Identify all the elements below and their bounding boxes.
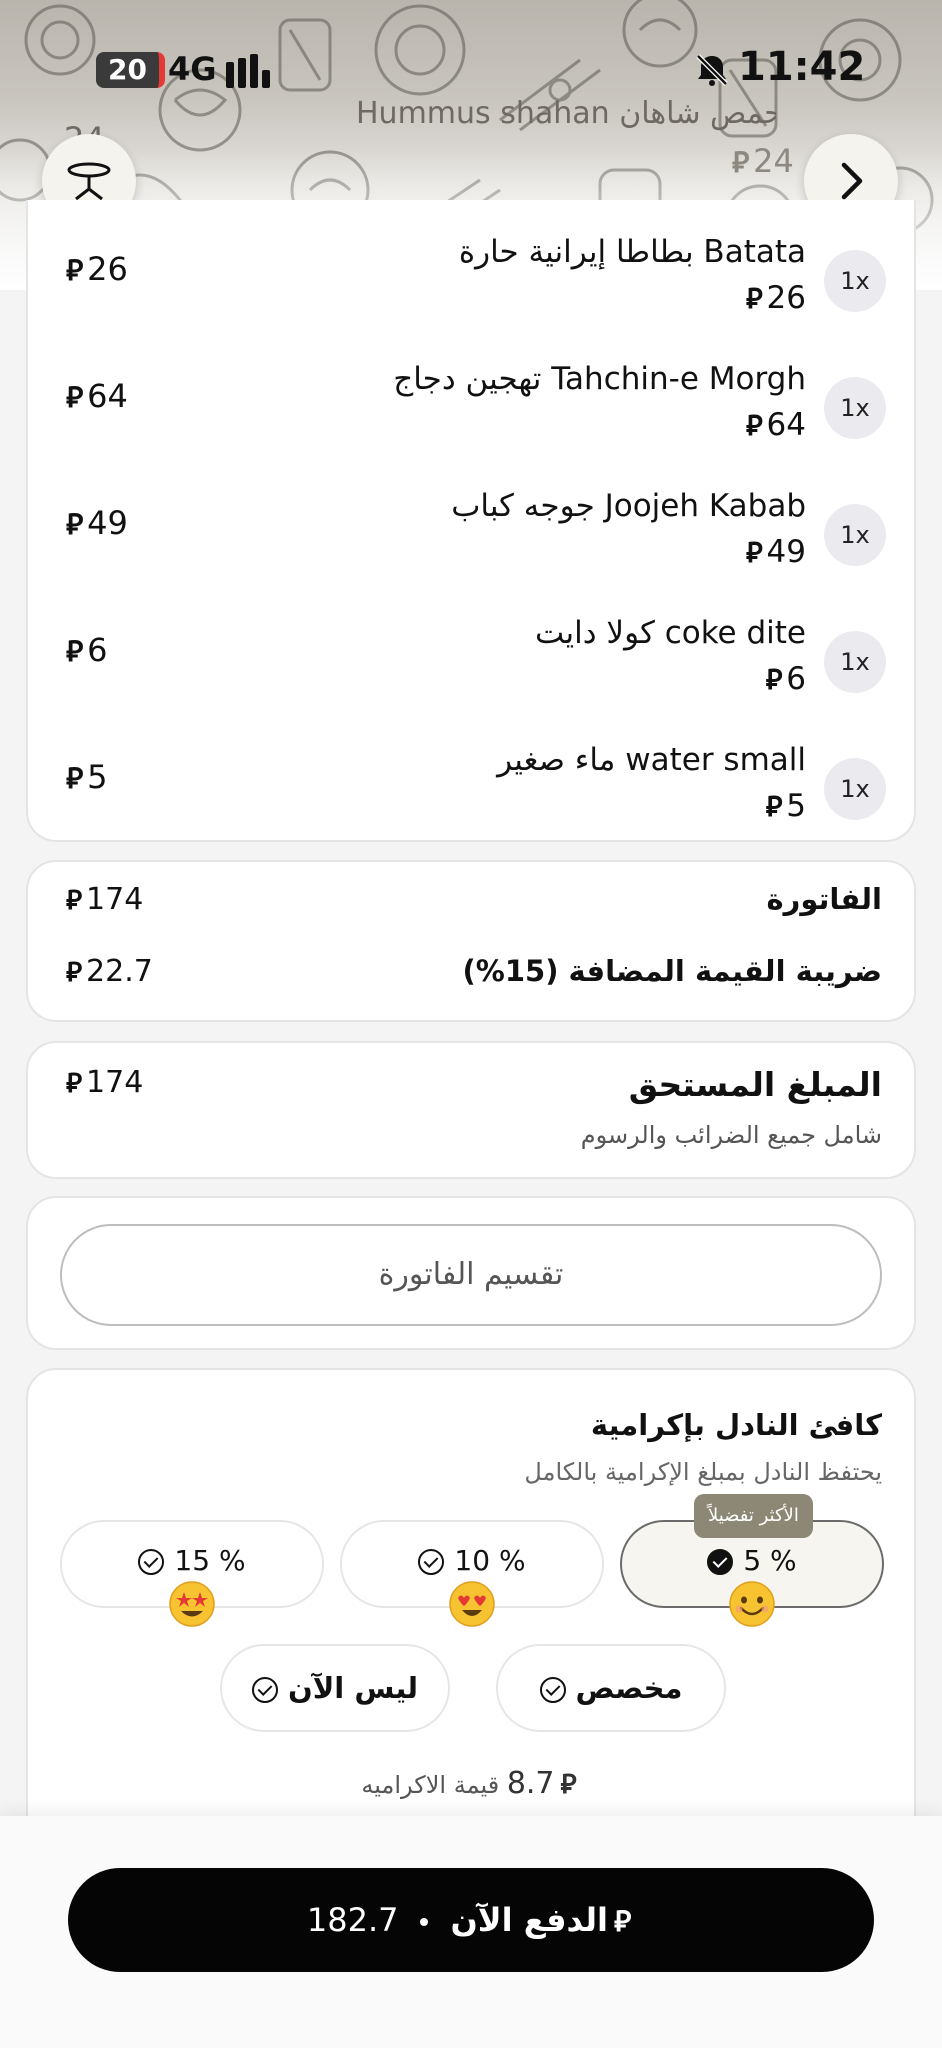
tip-option-label: 5 % [743, 1544, 797, 1577]
custom-tip-button[interactable]: مخصص [496, 1644, 726, 1732]
heart-eyes-face-icon [449, 1581, 495, 1627]
item-name: ماء صغير water small [497, 742, 806, 778]
order-item: ⃁ 64 تهجين دجاج Tahchin-e Morgh ⃁ 64 1x [28, 347, 918, 473]
bell-muted-icon [696, 54, 728, 86]
vat-label: ضريبة القيمة المضافة (15%) [462, 954, 882, 988]
tip-option-label: 15 % [174, 1544, 246, 1577]
item-name: تهجين دجاج Tahchin-e Morgh [393, 361, 806, 397]
most-popular-badge: الأكثر تفضيلاً [694, 1494, 813, 1538]
tip-title: كافئ النادل بإكرامية [590, 1408, 882, 1442]
item-total: ⃁ 26 [66, 250, 128, 288]
invoice-summary-card: الفاتورة ⃁ 174 ضريبة القيمة المضافة (15%)… [26, 860, 916, 1022]
status-bar: 20 4G 11:42 [0, 44, 942, 96]
chevron-right-icon [841, 162, 863, 200]
battery-indicator: 20 [96, 52, 165, 88]
tip-option-15[interactable]: 15 % [60, 1520, 324, 1627]
amount-due-subtitle: شامل جميع الضرائب والرسوم [580, 1121, 882, 1149]
quantity-badge: 1x [824, 504, 886, 566]
quantity-badge: 1x [824, 250, 886, 312]
quantity-badge: 1x [824, 631, 886, 693]
item-name: جوجه كباب Joojeh Kabab [451, 488, 806, 524]
pay-now-button[interactable]: الدفع الآن182.7 ⃁ [68, 1868, 874, 1972]
tip-amount-value: 8.7 ⃁ [506, 1766, 577, 1801]
invoice-value: ⃁ 174 [66, 882, 144, 917]
check-circle-icon [138, 1549, 165, 1575]
order-items-card: ⃁ 26 بطاطا إيرانية حارة Batata ⃁ 26 1x ⃁ 64… [26, 200, 916, 842]
tip-amount-row: قيمة الاكراميه 8.7 ⃁ [28, 1766, 914, 1801]
check-circle-icon [251, 1677, 278, 1703]
tip-amount-label: قيمة الاكراميه [361, 1771, 500, 1799]
quantity-badge: 1x [824, 377, 886, 439]
tip-option-10[interactable]: 10 % [340, 1520, 604, 1627]
no-tip-button[interactable]: ليس الآن [220, 1644, 450, 1732]
star-struck-face-icon [169, 1581, 215, 1627]
tip-subtitle: يحتفظ النادل بمبلغ الإكرامية بالكامل [524, 1458, 882, 1486]
item-unit-price: ⃁ 26 [745, 280, 806, 316]
network-type: 4G [168, 50, 217, 88]
order-item: ⃁ 49 جوجه كباب Joojeh Kabab ⃁ 49 1x [28, 474, 918, 600]
order-item: ⃁ 26 بطاطا إيرانية حارة Batata ⃁ 26 1x [28, 220, 918, 346]
tip-option-label: 10 % [454, 1544, 526, 1577]
item-unit-price: ⃁ 49 [745, 534, 806, 570]
item-total: ⃁ 64 [66, 377, 128, 415]
pay-now-label: الدفع الآن [450, 1901, 609, 1939]
invoice-label: الفاتورة [766, 882, 882, 916]
amount-due-value: ⃁ 174 [66, 1065, 144, 1100]
item-unit-price: ⃁ 5 [765, 788, 806, 824]
tip-card: كافئ النادل بإكرامية يحتفظ النادل بمبلغ … [26, 1368, 916, 1838]
quantity-badge: 1x [824, 758, 886, 820]
vat-value: ⃁ 22.7 [66, 954, 153, 989]
item-total: ⃁ 6 [66, 631, 108, 669]
separator-dot [420, 1918, 429, 1926]
clock: 11:42 [738, 44, 866, 90]
table-icon [67, 162, 111, 201]
split-bill-button[interactable]: تقسيم الفاتورة [60, 1224, 882, 1326]
order-item: ⃁ 5 ماء صغير water small ⃁ 5 1x [28, 728, 918, 854]
smiling-face-icon [729, 1581, 775, 1627]
check-circle-filled-icon [707, 1549, 734, 1575]
item-name: بطاطا إيرانية حارة Batata [458, 234, 806, 270]
bottom-bar: الدفع الآن182.7 ⃁ [0, 1816, 942, 2048]
item-total: ⃁ 49 [66, 504, 128, 542]
split-bill-card: تقسيم الفاتورة [26, 1196, 916, 1350]
amount-due-title: المبلغ المستحق [628, 1065, 882, 1104]
scrolled-item-price: ⃁ 24 [732, 142, 794, 180]
signal-strength-icon [226, 52, 278, 88]
check-circle-icon [539, 1677, 566, 1703]
amount-due-card: المبلغ المستحق شامل جميع الضرائب والرسوم… [26, 1041, 916, 1179]
restaurant-name: Hummus shahan حمص شاهان [356, 96, 776, 131]
order-item: ⃁ 6 كولا دايت coke dite ⃁ 6 1x [28, 601, 918, 727]
item-total: ⃁ 5 [66, 758, 108, 796]
item-name: كولا دايت coke dite [535, 615, 806, 651]
check-circle-icon [418, 1549, 445, 1575]
pay-amount: 182.7 [306, 1901, 399, 1939]
item-unit-price: ⃁ 64 [745, 407, 806, 443]
item-unit-price: ⃁ 6 [765, 661, 806, 697]
